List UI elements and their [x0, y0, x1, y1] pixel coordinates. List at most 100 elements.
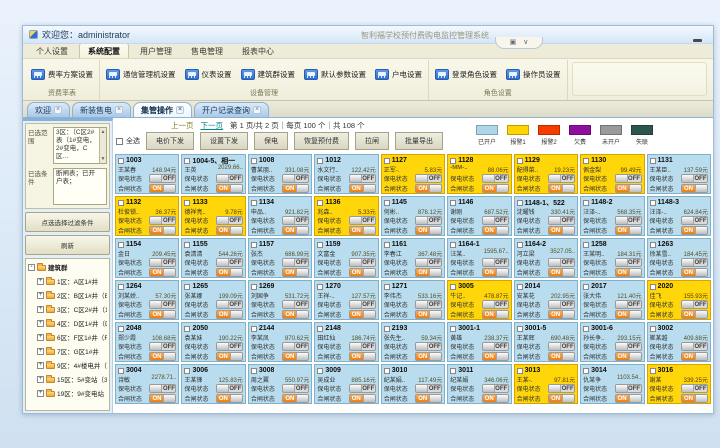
card-checkbox[interactable] [317, 284, 323, 290]
card-checkbox[interactable] [583, 368, 589, 374]
supply-toggle[interactable]: OFF [349, 174, 376, 183]
card-checkbox[interactable] [317, 368, 323, 374]
meter-card[interactable]: 1164-1汪某..1595.67..保电状态OFF合闸状态ON [447, 238, 511, 278]
meter-card[interactable]: 1136兆森..5.33元保电状态OFF合闸状态ON [314, 196, 378, 236]
card-checkbox[interactable] [384, 326, 390, 332]
supply-toggle[interactable]: OFF [548, 174, 575, 183]
meter-card[interactable]: 1145何彬..878.12元保电状态OFF合闸状态ON [381, 196, 445, 236]
meter-card[interactable]: 1127正军-.5.83元保电状态OFF合闸状态ON [381, 154, 445, 194]
supply-toggle[interactable]: OFF [415, 258, 442, 267]
card-checkbox[interactable] [450, 326, 456, 332]
card-checkbox[interactable] [251, 368, 257, 374]
close-toggle[interactable]: ON [216, 268, 243, 277]
card-checkbox[interactable] [583, 242, 589, 248]
card-checkbox[interactable] [583, 326, 589, 332]
supply-toggle[interactable]: OFF [216, 216, 243, 225]
close-toggle[interactable]: ON [681, 310, 708, 319]
card-checkbox[interactable] [118, 368, 124, 374]
doc-tab-2[interactable]: 集管操作× [133, 102, 192, 117]
meter-card[interactable]: 2014安某花202.95元保电状态OFF合闸状态ON [514, 280, 578, 320]
supply-toggle[interactable]: OFF [216, 258, 243, 267]
meter-card[interactable]: 1130佩金梨99.49元保电状态OFF合闸状态ON [580, 154, 644, 194]
close-toggle[interactable]: ON [615, 184, 642, 193]
supply-toggle[interactable]: OFF [482, 384, 509, 393]
tree-item[interactable]: +9区：4#楼电井（4#楼… [28, 360, 107, 370]
meter-card[interactable]: 2148田红仙186.74元保电状态OFF合闸状态ON [314, 322, 378, 362]
supply-toggle[interactable]: OFF [149, 300, 176, 309]
meter-card[interactable]: 3016谢某339.25元保电状态OFF合闸状态ON [647, 364, 711, 404]
card-checkbox[interactable] [517, 158, 523, 164]
card-checkbox[interactable] [118, 326, 124, 332]
tree-item[interactable]: +6区：F区1#井（F区1#… [28, 332, 107, 342]
card-checkbox[interactable] [650, 326, 656, 332]
close-toggle[interactable]: ON [216, 352, 243, 361]
close-tab-icon[interactable]: × [115, 106, 123, 114]
supply-toggle[interactable]: OFF [415, 384, 442, 393]
card-checkbox[interactable] [450, 368, 456, 374]
supply-toggle[interactable]: OFF [149, 174, 176, 183]
ribbon-tab-1[interactable]: 系统配置 [79, 43, 129, 58]
card-checkbox[interactable] [184, 326, 190, 332]
close-toggle[interactable]: ON [615, 394, 642, 403]
supply-toggle[interactable]: OFF [482, 216, 509, 225]
card-checkbox[interactable] [184, 368, 190, 374]
supply-toggle[interactable]: OFF [149, 216, 176, 225]
meter-card[interactable]: 1269刘国争531.72元保电状态OFF合闸状态ON [248, 280, 312, 320]
close-toggle[interactable]: ON [216, 184, 243, 193]
close-toggle[interactable]: ON [216, 226, 243, 235]
close-toggle[interactable]: ON [548, 184, 575, 193]
expand-icon[interactable]: + [37, 390, 44, 397]
doc-tab-3[interactable]: 开户记录查询× [194, 102, 269, 117]
meter-card[interactable]: 1008曹某朋..331.08元保电状态OFF合闸状态ON [248, 154, 312, 194]
selected-condition-box[interactable]: 断闸表；已开户表； [53, 168, 107, 205]
supply-toggle[interactable]: OFF [282, 300, 309, 309]
meter-card[interactable]: 3001-5王某辉690.48元保电状态OFF合闸状态ON [514, 322, 578, 362]
supply-toggle[interactable]: OFF [681, 258, 708, 267]
select-all[interactable]: 全选 [116, 136, 140, 146]
supply-toggle[interactable]: OFF [681, 342, 708, 351]
supply-toggle[interactable]: OFF [615, 216, 642, 225]
close-toggle[interactable]: ON [615, 352, 642, 361]
ribbon-button[interactable]: 操作员设置 [504, 68, 563, 81]
meter-card[interactable]: 3001-1黄雄238.37元保电状态OFF合闸状态ON [447, 322, 511, 362]
card-checkbox[interactable] [317, 242, 323, 248]
ribbon-button[interactable]: 建筑群设置 [239, 68, 298, 81]
card-checkbox[interactable] [650, 284, 656, 290]
supply-toggle[interactable]: OFF [548, 384, 575, 393]
meter-card[interactable]: 1271李伟杰533.16元保电状态OFF合闸状态ON [381, 280, 445, 320]
supply-toggle[interactable]: OFF [615, 384, 642, 393]
card-checkbox[interactable] [517, 200, 523, 206]
supply-toggle[interactable]: OFF [482, 258, 509, 267]
meter-card[interactable]: 2017张大伟121.40元保电状态OFF合闸状态ON [580, 280, 644, 320]
card-checkbox[interactable] [517, 284, 523, 290]
meter-card[interactable]: 1157张杰686.99元保电状态OFF合闸状态ON [248, 238, 312, 278]
doc-tab-1[interactable]: 新装售电× [72, 102, 131, 117]
close-toggle[interactable]: ON [548, 310, 575, 319]
ribbon-tab-2[interactable]: 用户管理 [132, 44, 180, 58]
card-checkbox[interactable] [184, 284, 190, 290]
card-checkbox[interactable] [384, 242, 390, 248]
supply-toggle[interactable]: OFF [548, 258, 575, 267]
supply-toggle[interactable]: OFF [349, 300, 376, 309]
close-toggle[interactable]: ON [349, 394, 376, 403]
supply-toggle[interactable]: OFF [349, 258, 376, 267]
ribbon-button[interactable]: 户电设置 [373, 68, 424, 81]
meter-card[interactable]: 1133德祥亮..9.78元保电状态OFF合闸状态ON [181, 196, 245, 236]
supply-toggle[interactable]: OFF [349, 342, 376, 351]
meter-card[interactable]: 3013王某-.97.81元保电状态OFF合闸状态ON [514, 364, 578, 404]
card-checkbox[interactable] [384, 200, 390, 206]
close-toggle[interactable]: ON [282, 226, 309, 235]
card-checkbox[interactable] [317, 200, 323, 206]
ribbon-button[interactable]: 仪表设置 [183, 68, 234, 81]
close-toggle[interactable]: ON [415, 352, 442, 361]
meter-card[interactable]: 1148-3汪泽-..624.84元保电状态OFF合闸状态ON [647, 196, 711, 236]
close-toggle[interactable]: ON [149, 310, 176, 319]
card-checkbox[interactable] [517, 242, 523, 248]
supply-toggle[interactable]: OFF [615, 174, 642, 183]
meter-card[interactable]: 1004-5、相一王英2029.66..保电状态OFF合闸状态ON [181, 154, 245, 194]
supply-toggle[interactable]: OFF [349, 216, 376, 225]
card-checkbox[interactable] [118, 158, 124, 164]
minimize-ribbon-icon[interactable] [693, 39, 702, 42]
close-toggle[interactable]: ON [415, 394, 442, 403]
supply-toggle[interactable]: OFF [149, 258, 176, 267]
